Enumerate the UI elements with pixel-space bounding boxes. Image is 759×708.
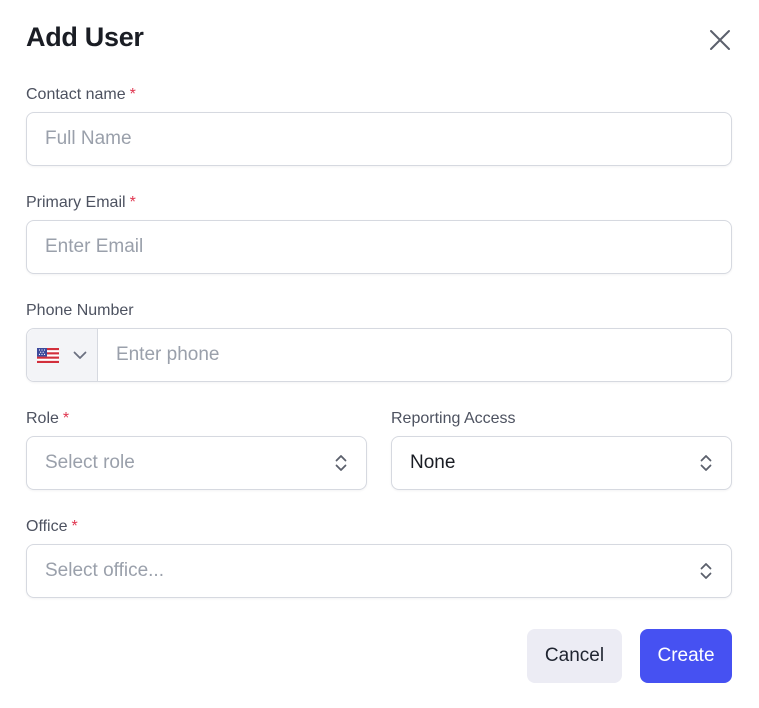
- primary-email-field[interactable]: [26, 220, 732, 274]
- contact-name-label-text: Contact name: [26, 86, 126, 103]
- phone-number-field: [26, 328, 732, 382]
- contact-name-field[interactable]: [26, 112, 732, 166]
- required-mark: *: [71, 518, 78, 535]
- country-code-select[interactable]: [27, 329, 98, 381]
- add-user-dialog: Add User Contact name* Primary Email* Ph…: [0, 0, 759, 708]
- primary-email-label-text: Primary Email: [26, 194, 126, 211]
- office-select-value: Select office...: [45, 560, 164, 581]
- role-label-text: Role: [26, 410, 59, 427]
- primary-email-label: Primary Email *: [26, 194, 136, 212]
- dialog-title: Add User: [26, 22, 144, 52]
- chevron-up-down-icon: [700, 455, 712, 471]
- chevron-down-icon: [73, 351, 87, 359]
- required-mark: *: [62, 410, 70, 427]
- contact-name-input[interactable]: [27, 113, 731, 165]
- reporting-access-select-value: None: [410, 452, 456, 473]
- close-icon: [710, 30, 730, 50]
- close-button[interactable]: [706, 26, 734, 54]
- chevron-up-down-icon: [700, 563, 712, 579]
- office-select[interactable]: Select office...: [26, 544, 732, 598]
- reporting-access-label: Reporting Access: [391, 410, 516, 427]
- required-mark: *: [129, 194, 136, 211]
- phone-number-input[interactable]: [97, 329, 731, 381]
- contact-name-label: Contact name *: [26, 86, 136, 104]
- office-label-text: Office: [26, 518, 68, 535]
- us-flag-icon: [36, 347, 59, 363]
- chevron-up-down-icon: [335, 455, 347, 471]
- reporting-access-select[interactable]: None: [391, 436, 732, 490]
- role-label: Role *: [26, 410, 69, 428]
- office-label: Office *: [26, 518, 78, 536]
- role-select[interactable]: Select role: [26, 436, 367, 490]
- cancel-button[interactable]: Cancel: [527, 629, 622, 683]
- create-button[interactable]: Create: [640, 629, 732, 683]
- primary-email-input[interactable]: [27, 221, 731, 273]
- phone-number-label: Phone Number: [26, 302, 134, 319]
- required-mark: *: [129, 86, 136, 103]
- role-select-value: Select role: [45, 452, 135, 473]
